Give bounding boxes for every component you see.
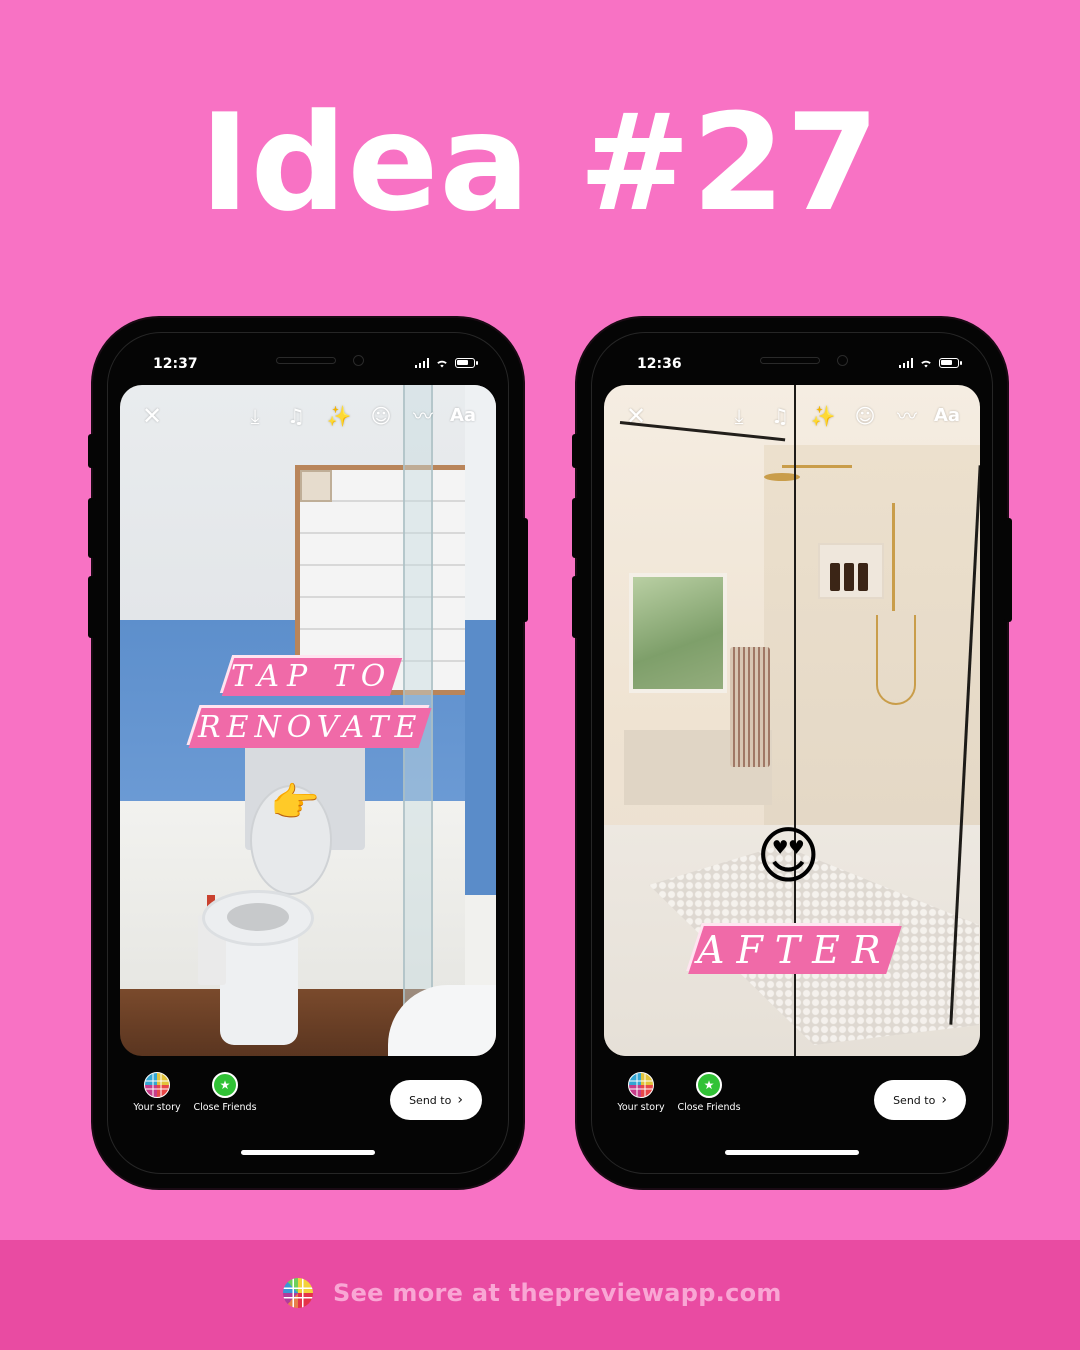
chevron-right-icon: › <box>457 1092 463 1108</box>
status-time: 12:36 <box>637 356 682 372</box>
volume-down-button <box>572 576 580 638</box>
sticker-icon[interactable]: ☺ <box>851 403 879 429</box>
draw-icon[interactable]: 〰 <box>893 403 921 429</box>
story-canvas[interactable]: ✕ ⤓ ♫ ✨ ☺ 〰 Aa TAP TO RENOVATE 👉 <box>120 385 496 1056</box>
text-sticker-renovate[interactable]: RENOVATE <box>188 708 432 748</box>
signal-icon <box>414 358 429 368</box>
share-bar: Your story ★ Close Friends Send to › <box>604 1066 980 1126</box>
photo-window <box>629 573 727 693</box>
effects-icon[interactable]: ✨ <box>809 403 837 429</box>
music-icon[interactable]: ♫ <box>766 403 794 429</box>
close-friends-label: Close Friends <box>677 1102 741 1113</box>
photo-bottle <box>844 563 854 591</box>
story-toolbar: ✕ ⤓ ♫ ✨ ☺ 〰 Aa <box>120 403 496 433</box>
close-friends-button[interactable]: ★ Close Friends <box>190 1072 260 1113</box>
photo-wall <box>465 385 496 1056</box>
status-bar: 12:36 <box>577 348 1007 378</box>
home-indicator[interactable] <box>241 1150 375 1155</box>
footer-link[interactable]: See more at thepreviewapp.com <box>283 1278 782 1308</box>
phone-before: 12:37 ✕ ⤓ ♫ ✨ ☺ 〰 Aa TAP TO RENOVATE 👉 Y… <box>88 318 528 1188</box>
download-icon[interactable]: ⤓ <box>725 403 753 429</box>
star-icon: ★ <box>212 1072 238 1098</box>
send-to-button[interactable]: Send to › <box>390 1080 482 1120</box>
heart-eyes-emoji-sticker[interactable]: 😍 <box>756 825 821 887</box>
home-indicator[interactable] <box>725 1150 859 1155</box>
photo-vent <box>300 470 332 502</box>
your-story-avatar-icon <box>628 1072 654 1098</box>
photo-bottle <box>858 563 868 591</box>
power-button <box>520 518 528 622</box>
close-friends-label: Close Friends <box>193 1102 257 1113</box>
mute-switch <box>88 434 96 468</box>
photo-shower-rail <box>892 503 895 611</box>
speaker-grille <box>276 357 336 364</box>
music-icon[interactable]: ♫ <box>282 403 310 429</box>
text-tool-button[interactable]: Aa <box>449 403 477 429</box>
volume-up-button <box>572 498 580 558</box>
photo-toilet-seat <box>202 890 314 946</box>
status-icons <box>898 358 962 368</box>
photo-shower-arm <box>782 465 852 468</box>
photo-towel <box>730 647 770 767</box>
sticker-icon[interactable]: ☺ <box>367 403 395 429</box>
text-tool-button[interactable]: Aa <box>933 403 961 429</box>
close-icon[interactable]: ✕ <box>622 403 650 429</box>
footer-text: See more at thepreviewapp.com <box>333 1279 782 1307</box>
your-story-button[interactable]: Your story <box>122 1072 192 1113</box>
phone-after: 12:36 ✕ ⤓ ♫ ✨ ☺ 〰 Aa 😍 AFTER Your story … <box>572 318 1012 1188</box>
close-icon[interactable]: ✕ <box>138 403 166 429</box>
text-sticker-after[interactable]: AFTER <box>688 926 902 974</box>
share-bar: Your story ★ Close Friends Send to › <box>120 1066 496 1126</box>
text-sticker-tap-to[interactable]: TAP TO <box>221 658 403 696</box>
signal-icon <box>898 358 913 368</box>
draw-icon[interactable]: 〰 <box>409 403 437 429</box>
story-toolbar: ✕ ⤓ ♫ ✨ ☺ 〰 Aa <box>604 403 980 433</box>
chevron-right-icon: › <box>941 1092 947 1108</box>
front-camera <box>353 355 364 366</box>
volume-down-button <box>88 576 96 638</box>
footer-banner: See more at thepreviewapp.com <box>0 1240 1080 1350</box>
close-friends-button[interactable]: ★ Close Friends <box>674 1072 744 1113</box>
headline-title: Idea #27 <box>199 85 881 241</box>
status-icons <box>414 358 478 368</box>
pointing-hand-emoji-sticker[interactable]: 👉 <box>270 783 320 823</box>
your-story-label: Your story <box>133 1102 181 1113</box>
download-icon[interactable]: ⤓ <box>241 403 269 429</box>
your-story-button[interactable]: Your story <box>606 1072 676 1113</box>
speaker-grille <box>760 357 820 364</box>
effects-icon[interactable]: ✨ <box>325 403 353 429</box>
your-story-avatar-icon <box>144 1072 170 1098</box>
front-camera <box>837 355 848 366</box>
wifi-icon <box>437 360 447 368</box>
status-time: 12:37 <box>153 356 198 372</box>
send-to-button[interactable]: Send to › <box>874 1080 966 1120</box>
power-button <box>1004 518 1012 622</box>
photo-shower-hose <box>876 615 916 705</box>
wifi-icon <box>921 360 931 368</box>
battery-icon <box>939 358 962 368</box>
mute-switch <box>572 434 580 468</box>
story-canvas[interactable]: ✕ ⤓ ♫ ✨ ☺ 〰 Aa 😍 AFTER <box>604 385 980 1056</box>
battery-icon <box>455 358 478 368</box>
status-bar: 12:37 <box>93 348 523 378</box>
your-story-label: Your story <box>617 1102 665 1113</box>
star-icon: ★ <box>696 1072 722 1098</box>
volume-up-button <box>88 498 96 558</box>
preview-app-logo-icon <box>283 1278 313 1308</box>
photo-bottle <box>830 563 840 591</box>
